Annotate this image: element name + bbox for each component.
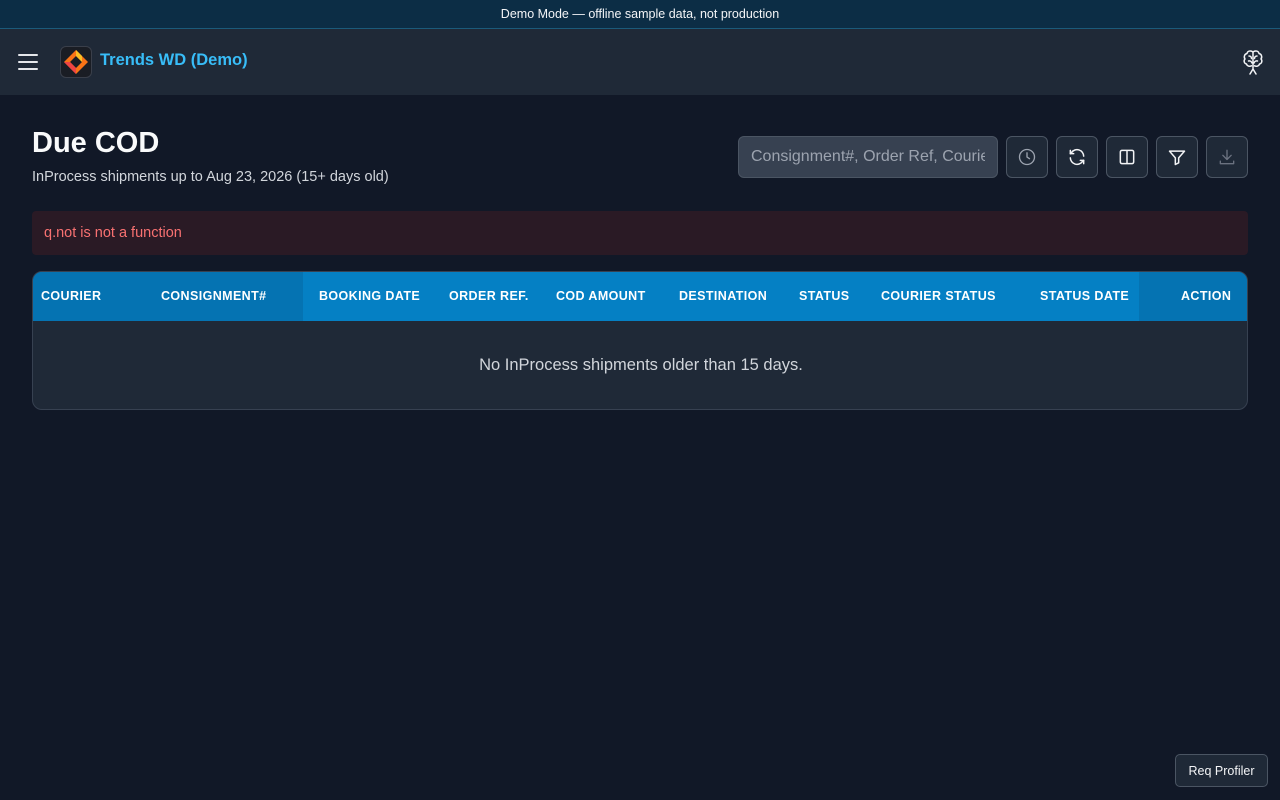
filter-icon xyxy=(1168,150,1186,166)
table-header: COURIER CONSIGNMENT# BOOKING DATE ORDER … xyxy=(33,272,1247,321)
history-button[interactable] xyxy=(1006,136,1048,178)
page-subtitle: InProcess shipments up to Aug 23, 2026 (… xyxy=(32,169,389,185)
page-title: Due COD xyxy=(32,127,160,159)
brand-name[interactable]: Trends WD (Demo) xyxy=(100,51,248,70)
refresh-button[interactable] xyxy=(1056,136,1098,178)
column-header-courier[interactable]: COURIER xyxy=(41,289,101,303)
column-header-status[interactable]: STATUS xyxy=(799,289,850,303)
brand-logo[interactable] xyxy=(60,46,92,78)
filter-button[interactable] xyxy=(1156,136,1198,178)
column-header-status-date[interactable]: STATUS DATE xyxy=(1040,289,1129,303)
column-header-cod-amount[interactable]: COD AMOUNT xyxy=(556,289,646,303)
column-header-booking-date[interactable]: BOOKING DATE xyxy=(319,289,420,303)
history-clock-icon xyxy=(1018,148,1036,166)
error-message: q.not is not a function xyxy=(32,211,1248,255)
column-header-destination[interactable]: DESTINATION xyxy=(679,289,767,303)
column-header-order-ref[interactable]: ORDER REF. xyxy=(449,289,529,303)
search-input[interactable] xyxy=(738,136,998,178)
demo-banner-text: Demo Mode — offline sample data, not pro… xyxy=(500,7,780,21)
demo-mode-banner: Demo Mode — offline sample data, not pro… xyxy=(0,0,1280,29)
column-header-consignment[interactable]: CONSIGNMENT# xyxy=(161,289,267,303)
columns-button[interactable] xyxy=(1106,136,1148,178)
refresh-icon xyxy=(1069,148,1085,166)
column-header-courier-status[interactable]: COURIER STATUS xyxy=(881,289,996,303)
hamburger-menu-icon[interactable] xyxy=(16,50,40,74)
req-profiler-button[interactable]: Req Profiler xyxy=(1175,754,1268,787)
table-empty-message: No InProcess shipments older than 15 day… xyxy=(479,356,803,374)
columns-icon xyxy=(1119,149,1135,165)
top-navigation-bar: Trends WD (Demo) xyxy=(0,29,1280,95)
brain-icon[interactable] xyxy=(1240,49,1266,75)
shipments-table: COURIER CONSIGNMENT# BOOKING DATE ORDER … xyxy=(32,271,1248,410)
download-icon xyxy=(1219,149,1235,165)
error-text: q.not is not a function xyxy=(44,225,182,241)
download-button[interactable] xyxy=(1206,136,1248,178)
column-header-action: ACTION xyxy=(1181,289,1232,303)
